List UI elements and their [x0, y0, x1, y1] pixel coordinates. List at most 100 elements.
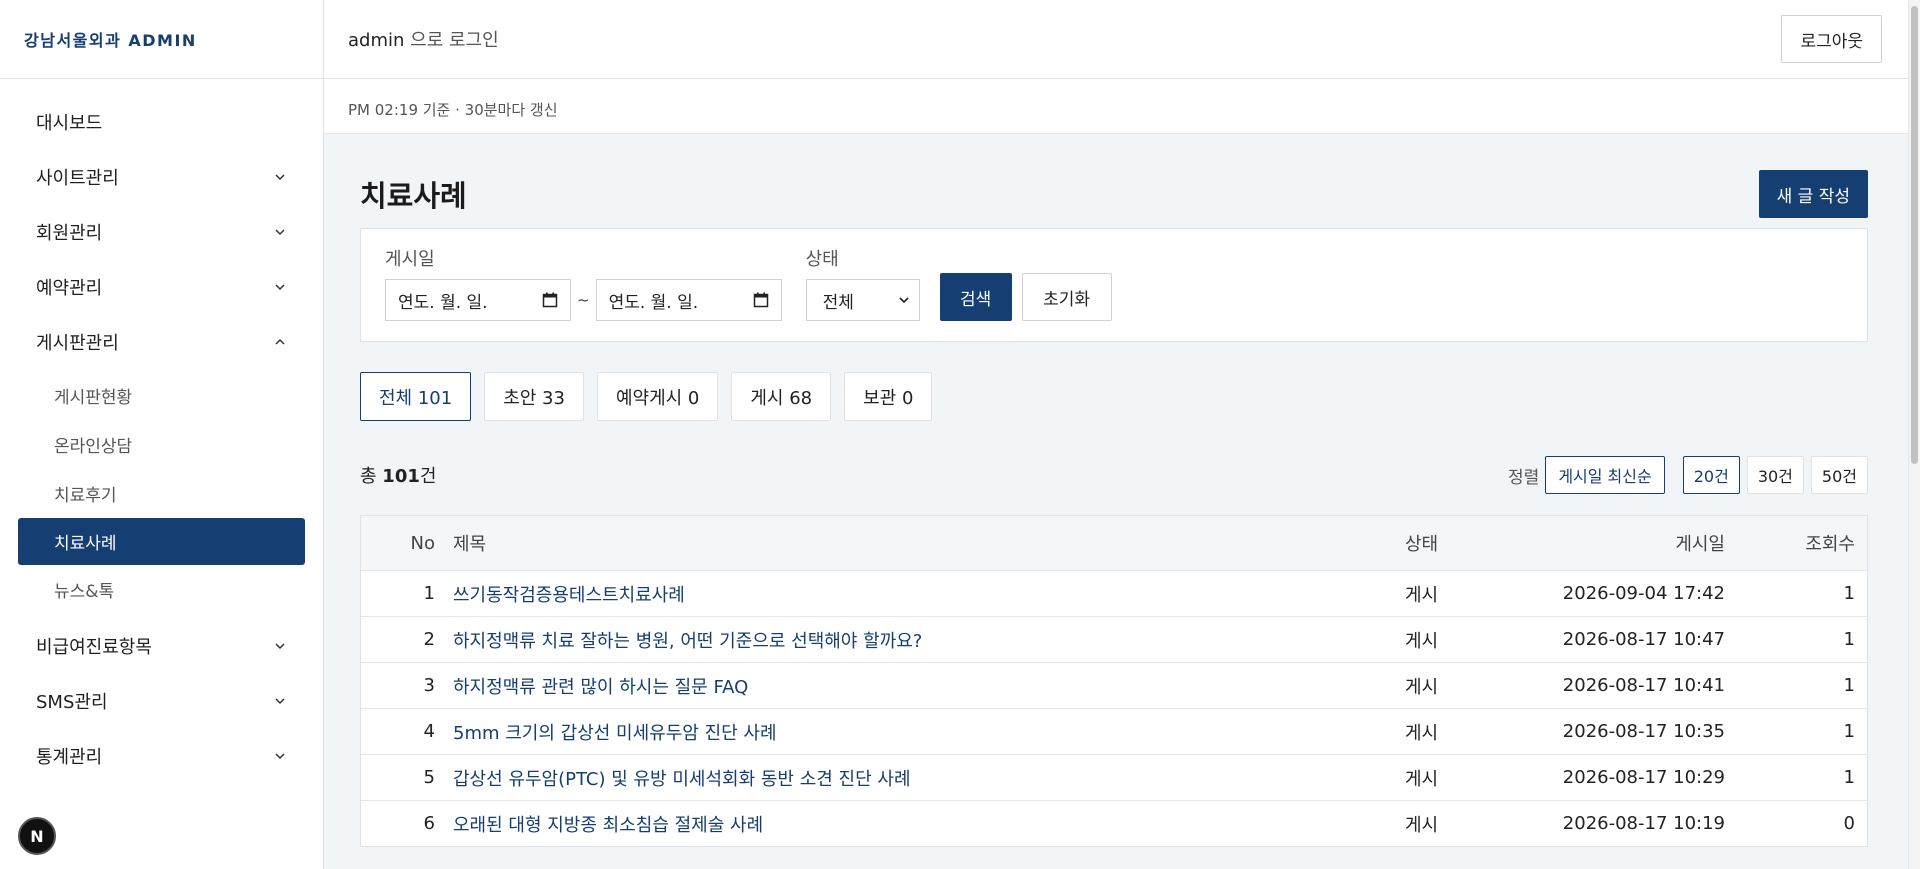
date-from-input[interactable]: 연도. 월. 일.	[385, 279, 571, 321]
chevron-down-icon	[275, 751, 285, 761]
sidebar-item-boards[interactable]: 게시판관리	[0, 314, 323, 369]
cell-title-link[interactable]: 쓰기동작검증용테스트치료사례	[435, 581, 1405, 607]
chevron-down-icon	[275, 172, 285, 182]
cell-views: 1	[1843, 675, 1855, 696]
page-size-20[interactable]: 20건	[1682, 456, 1740, 494]
cell-status: 게시	[1405, 630, 1439, 652]
calendar-icon[interactable]	[753, 292, 769, 308]
chevron-up-icon	[275, 337, 285, 347]
sidebar-item-stats[interactable]: 통계관리	[0, 728, 323, 783]
page-size-30[interactable]: 30건	[1746, 456, 1804, 494]
cell-views: 1	[1843, 767, 1855, 788]
calendar-icon[interactable]	[542, 292, 558, 308]
table-row[interactable]: 5 갑상선 유두암(PTC) 및 유방 미세석회화 동반 소견 진단 사례 게시…	[361, 754, 1867, 800]
cell-title-link[interactable]: 5mm 크기의 갑상선 미세유두암 진단 사례	[435, 719, 1405, 745]
cell-date: 2026-08-17 10:47	[1562, 629, 1725, 650]
sidebar-item-site[interactable]: 사이트관리	[0, 149, 323, 204]
cell-status: 게시	[1405, 814, 1439, 836]
sidebar-subitem-board-status[interactable]: 게시판현황	[0, 371, 323, 420]
sidebar-subitem-cases[interactable]: 치료사례	[18, 518, 305, 565]
cell-title-link[interactable]: 하지정맥류 치료 잘하는 병원, 어떤 기준으로 선택해야 할까요?	[435, 627, 1405, 653]
table-header-row: No 제목 상태 게시일 조회수	[361, 516, 1867, 570]
page-scrollbar[interactable]	[1908, 0, 1920, 869]
cell-title-link[interactable]: 하지정맥류 관련 많이 하시는 질문 FAQ	[435, 673, 1405, 699]
table-row[interactable]: 3 하지정맥류 관련 많이 하시는 질문 FAQ 게시 2026-08-17 1…	[361, 662, 1867, 708]
total-count: 총 101건	[360, 462, 436, 488]
column-header-status: 상태	[1405, 534, 1439, 555]
column-header-no: No	[410, 532, 435, 554]
update-meta: PM 02:19 기준 · 30분마다 갱신	[348, 101, 558, 119]
scrollbar-thumb[interactable]	[1911, 6, 1918, 464]
reset-button[interactable]: 초기화	[1021, 273, 1112, 321]
cell-no: 4	[423, 721, 435, 742]
status-select[interactable]: 전체	[805, 279, 920, 321]
column-header-date: 게시일	[1675, 534, 1725, 555]
tab-all[interactable]: 전체 101	[360, 372, 472, 421]
next-dev-badge[interactable]: N	[18, 817, 56, 855]
date-to-input[interactable]: 연도. 월. 일.	[595, 279, 782, 321]
sidebar-nav: 대시보드 사이트관리 회원관리 예약관리 게시판관리 게시판현황 온라인상담 치…	[0, 79, 323, 783]
cell-views: 1	[1843, 583, 1855, 604]
cell-status: 게시	[1405, 722, 1439, 744]
sidebar-item-members[interactable]: 회원관리	[0, 204, 323, 259]
tab-archived[interactable]: 보관 0	[844, 372, 933, 421]
cell-views: 0	[1843, 813, 1855, 834]
sidebar-item-label: 대시보드	[36, 112, 103, 134]
login-user: admin	[348, 30, 405, 51]
date-range-separator: ~	[577, 291, 590, 309]
date-label: 게시일	[385, 249, 435, 270]
search-button[interactable]: 검색	[939, 273, 1012, 321]
sidebar-item-non-covered[interactable]: 비급여진료항목	[0, 618, 323, 673]
sidebar-item-label: 사이트관리	[36, 167, 119, 189]
sidebar-item-label: 통계관리	[36, 746, 103, 768]
cell-no: 5	[423, 767, 435, 788]
sidebar-item-label: SMS관리	[36, 691, 108, 713]
sidebar-subitem-news[interactable]: 뉴스&톡	[0, 565, 323, 614]
tab-scheduled[interactable]: 예약게시 0	[596, 372, 719, 421]
new-post-button[interactable]: 새 글 작성	[1758, 170, 1868, 218]
chevron-down-icon	[275, 282, 285, 292]
chevron-down-icon	[275, 696, 285, 706]
sidebar: 강남서울외과 ADMIN 대시보드 사이트관리 회원관리 예약관리 게시판관리 …	[0, 0, 324, 869]
sidebar-subitem-online-consult[interactable]: 온라인상담	[0, 420, 323, 469]
list-header: 총 101건 정렬 게시일 최신순 20건 30건 50건	[360, 455, 1868, 495]
cases-table: No 제목 상태 게시일 조회수 1 쓰기동작검증용테스트치료사례 게시 202…	[360, 515, 1868, 847]
table-row[interactable]: 4 5mm 크기의 갑상선 미세유두암 진단 사례 게시 2026-08-17 …	[361, 708, 1867, 754]
sidebar-item-reservations[interactable]: 예약관리	[0, 259, 323, 314]
sort-controls: 정렬 게시일 최신순 20건 30건 50건	[1508, 456, 1868, 494]
cell-date: 2026-08-17 10:35	[1562, 721, 1725, 742]
page-size-50[interactable]: 50건	[1810, 456, 1868, 494]
total-prefix: 총	[360, 466, 383, 487]
cell-views: 1	[1843, 629, 1855, 650]
table-row[interactable]: 2 하지정맥류 치료 잘하는 병원, 어떤 기준으로 선택해야 할까요? 게시 …	[361, 616, 1867, 662]
cell-date: 2026-09-04 17:42	[1562, 583, 1725, 604]
date-to-placeholder: 연도. 월. 일.	[608, 292, 699, 313]
cell-no: 6	[423, 813, 435, 834]
sidebar-item-dashboard[interactable]: 대시보드	[0, 94, 323, 149]
cell-title-link[interactable]: 오래된 대형 지방종 최소침습 절제술 사례	[435, 811, 1405, 837]
sidebar-item-sms[interactable]: SMS관리	[0, 673, 323, 728]
brand-logo[interactable]: 강남서울외과 ADMIN	[0, 0, 323, 79]
date-filter: 게시일 연도. 월. 일. ~ 연도. 월. 일.	[385, 245, 782, 321]
column-header-views: 조회수	[1805, 534, 1855, 555]
cell-title-link[interactable]: 갑상선 유두암(PTC) 및 유방 미세석회화 동반 소견 진단 사례	[435, 765, 1405, 791]
cell-no: 2	[423, 629, 435, 650]
cell-date: 2026-08-17 10:29	[1562, 767, 1725, 788]
total-suffix: 건	[419, 466, 437, 487]
sidebar-subitem-reviews[interactable]: 치료후기	[0, 469, 323, 518]
login-suffix: 으로 로그인	[404, 30, 499, 51]
cell-status: 게시	[1405, 768, 1439, 790]
page-title: 치료사례	[360, 179, 467, 213]
status-label: 상태	[805, 249, 839, 270]
tab-published[interactable]: 게시 68	[731, 372, 832, 421]
table-row[interactable]: 6 오래된 대형 지방종 최소침습 절제술 사례 게시 2026-08-17 1…	[361, 800, 1867, 846]
update-bar: PM 02:19 기준 · 30분마다 갱신	[324, 79, 1908, 134]
sidebar-item-label: 비급여진료항목	[36, 636, 152, 658]
sort-button[interactable]: 게시일 최신순	[1545, 456, 1665, 494]
filter-panel: 게시일 연도. 월. 일. ~ 연도. 월. 일. 상태 전체 검색 초기화	[360, 228, 1868, 342]
tab-draft[interactable]: 초안 33	[484, 372, 584, 421]
chevron-down-icon	[275, 227, 285, 237]
table-row[interactable]: 1 쓰기동작검증용테스트치료사례 게시 2026-09-04 17:42 1	[361, 570, 1867, 616]
logout-button[interactable]: 로그아웃	[1781, 15, 1882, 63]
board-submenu: 게시판현황 온라인상담 치료후기 치료사례 뉴스&톡	[0, 369, 323, 618]
